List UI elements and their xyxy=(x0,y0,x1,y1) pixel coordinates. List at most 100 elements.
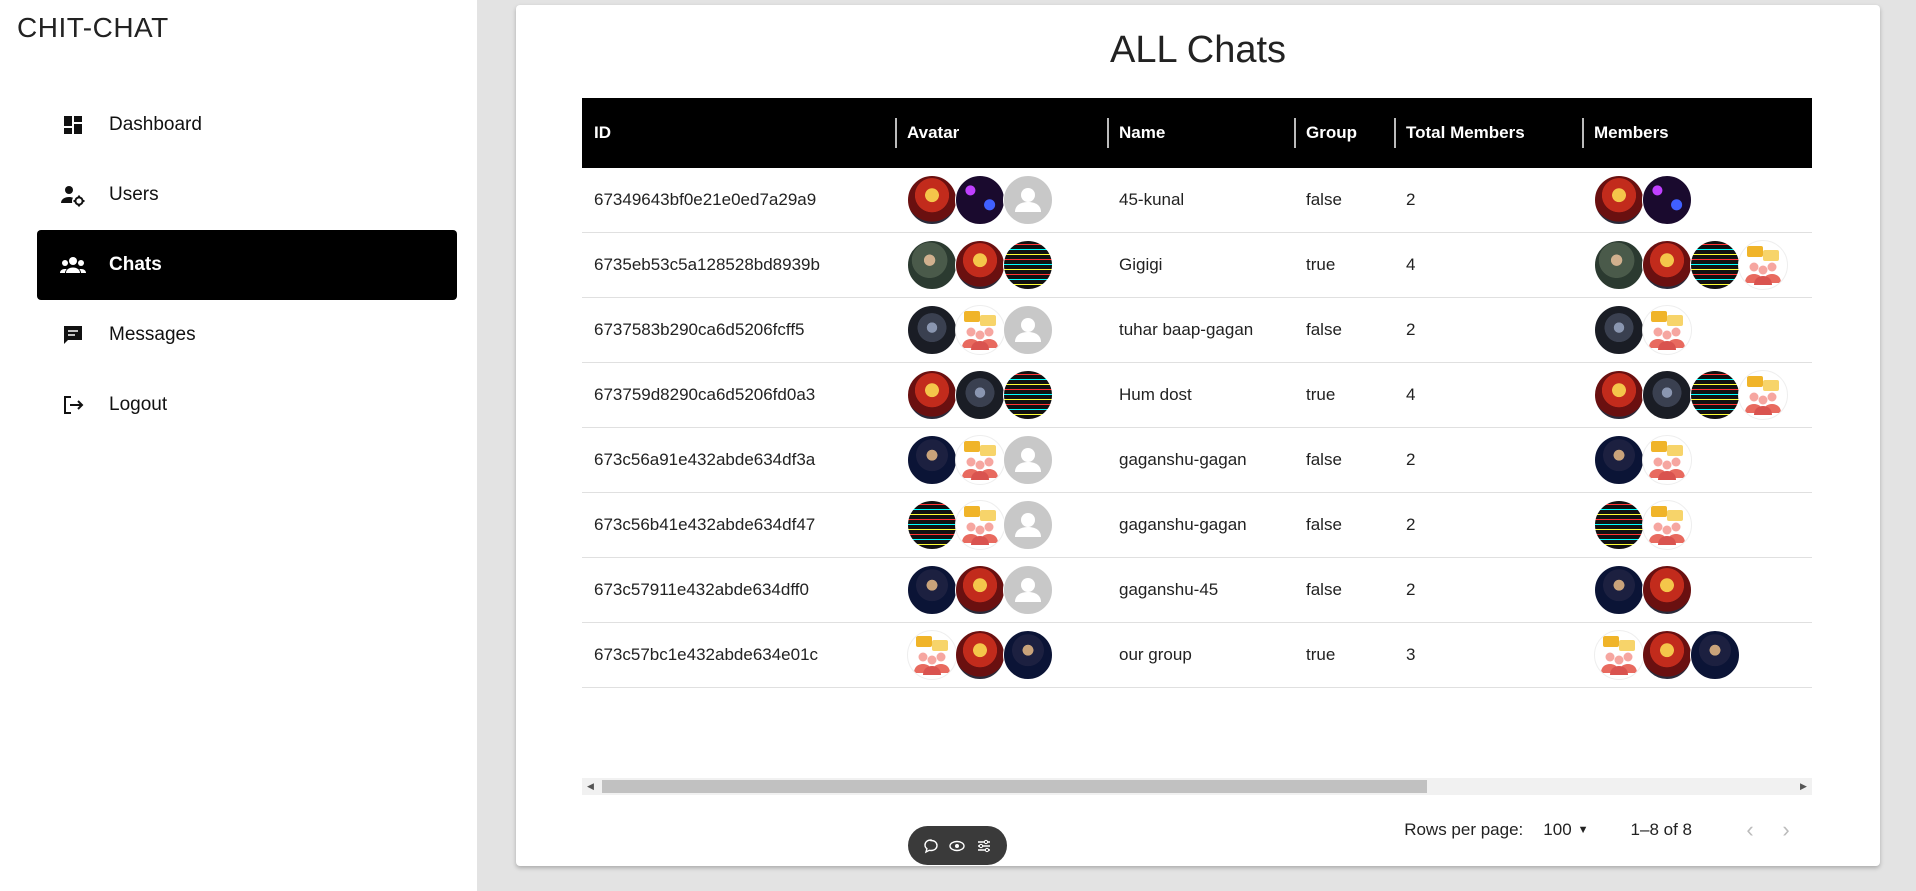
horizontal-scrollbar[interactable]: ◀ ▶ xyxy=(582,778,1812,795)
sidebar-item-chats[interactable]: Chats xyxy=(37,230,457,300)
group-chat-avatar-icon xyxy=(907,630,957,680)
total-members-cell: 2 xyxy=(1406,515,1416,534)
avatar xyxy=(1594,175,1644,225)
group-flag-cell: true xyxy=(1306,645,1336,664)
avatar xyxy=(955,370,1005,420)
avatar xyxy=(1003,630,1053,680)
default-avatar-icon xyxy=(1003,500,1053,550)
avatar xyxy=(1642,240,1692,290)
sidebar: CHIT-CHAT Dashboard Users Chats Messages Log… xyxy=(0,0,477,891)
table-row[interactable]: 67349643bf0e21e0ed7a29a9 45-kunal false 2 xyxy=(582,168,1812,233)
table-row[interactable]: 6737583b290ca6d5206fcff5 tuhar baap-gagan… xyxy=(582,298,1812,363)
group-flag-cell: false xyxy=(1306,450,1342,469)
table-row[interactable]: 6735eb53c5a128528bd8939b Gigigi true 4 xyxy=(582,233,1812,298)
avatar-cell xyxy=(895,168,1107,232)
group-icon xyxy=(59,251,87,279)
avatar xyxy=(1003,240,1053,290)
sidebar-item-label: Logout xyxy=(109,394,168,415)
previous-page-button[interactable]: ‹ xyxy=(1732,817,1768,843)
scroll-right-arrow-icon[interactable]: ▶ xyxy=(1795,778,1812,795)
chat-id-cell: 673c56a91e432abde634df3a xyxy=(594,450,816,469)
table-header: ID Avatar Name Group Total Members Members xyxy=(582,98,1812,168)
group-flag-cell: true xyxy=(1306,385,1336,404)
column-header-members[interactable]: Members xyxy=(1582,98,1812,168)
group-chat-avatar-icon xyxy=(1738,370,1788,420)
avatar xyxy=(907,565,957,615)
total-members-cell: 4 xyxy=(1406,385,1416,404)
chat-id-cell: 673c56b41e432abde634df47 xyxy=(594,515,816,534)
avatar xyxy=(1642,175,1692,225)
chat-name-cell: gaganshu-gagan xyxy=(1119,515,1247,534)
table-row[interactable]: 673c56b41e432abde634df47 gaganshu-gagan fa… xyxy=(582,493,1812,558)
column-header-name[interactable]: Name xyxy=(1107,98,1294,168)
sidebar-item-users[interactable]: Users xyxy=(37,160,457,230)
table-row[interactable]: 673c57bc1e432abde634e01c our group true 3 xyxy=(582,623,1812,688)
sidebar-item-logout[interactable]: Logout xyxy=(37,370,457,440)
chat-id-cell: 6737583b290ca6d5206fcff5 xyxy=(594,320,805,339)
avatar xyxy=(1594,435,1644,485)
group-flag-cell: false xyxy=(1306,190,1342,209)
avatar xyxy=(907,435,957,485)
avatar xyxy=(1690,370,1740,420)
avatar-cell xyxy=(895,233,1107,297)
chat-id-cell: 6735eb53c5a128528bd8939b xyxy=(594,255,820,274)
table-row[interactable]: 673c56a91e432abde634df3a gaganshu-gagan fa… xyxy=(582,428,1812,493)
total-members-cell: 2 xyxy=(1406,450,1416,469)
chat-name-cell: gaganshu-gagan xyxy=(1119,450,1247,469)
total-members-cell: 2 xyxy=(1406,320,1416,339)
sidebar-item-label: Chats xyxy=(109,254,162,275)
members-cell xyxy=(1582,558,1812,622)
list-settings-icon[interactable] xyxy=(973,835,995,857)
rows-per-page-label: Rows per page: xyxy=(1404,820,1524,839)
avatar-cell xyxy=(895,298,1107,362)
members-cell xyxy=(1582,363,1812,427)
avatar xyxy=(1003,370,1053,420)
default-avatar-icon xyxy=(1003,435,1053,485)
members-cell xyxy=(1582,298,1812,362)
avatar xyxy=(907,175,957,225)
members-cell xyxy=(1582,168,1812,232)
chat-id-cell: 673759d8290ca6d5206fd0a3 xyxy=(594,385,816,404)
logout-icon xyxy=(59,391,87,419)
column-header-id[interactable]: ID xyxy=(582,98,895,168)
comment-icon[interactable] xyxy=(920,835,942,857)
main-card: ALL Chats ID Avatar Name Group Total Members… xyxy=(516,5,1880,866)
avatar xyxy=(907,500,957,550)
default-avatar-icon xyxy=(1003,305,1053,355)
group-chat-avatar-icon xyxy=(1594,630,1644,680)
avatar-cell xyxy=(895,363,1107,427)
avatar xyxy=(955,175,1005,225)
next-page-button[interactable]: › xyxy=(1768,817,1804,843)
user-settings-icon xyxy=(59,181,87,209)
group-chat-avatar-icon xyxy=(1642,500,1692,550)
chat-id-cell: 673c57911e432abde634dff0 xyxy=(594,580,809,599)
sidebar-item-label: Dashboard xyxy=(109,114,202,135)
group-chat-avatar-icon xyxy=(955,305,1005,355)
sidebar-item-dashboard[interactable]: Dashboard xyxy=(37,90,457,160)
group-flag-cell: true xyxy=(1306,255,1336,274)
sidebar-item-messages[interactable]: Messages xyxy=(37,300,457,370)
avatar-cell xyxy=(895,558,1107,622)
avatar-cell xyxy=(895,428,1107,492)
total-members-cell: 3 xyxy=(1406,645,1416,664)
avatar xyxy=(955,565,1005,615)
column-header-total-members[interactable]: Total Members xyxy=(1394,98,1582,168)
message-icon xyxy=(59,321,87,349)
chevron-down-icon[interactable]: ▼ xyxy=(1578,824,1589,836)
chat-name-cell: 45-kunal xyxy=(1119,190,1185,209)
table-row[interactable]: 673759d8290ca6d5206fd0a3 Hum dost true 4 xyxy=(582,363,1812,428)
chat-id-cell: 67349643bf0e21e0ed7a29a9 xyxy=(594,190,817,209)
members-cell xyxy=(1582,493,1812,557)
eye-icon[interactable] xyxy=(946,835,968,857)
group-chat-avatar-icon xyxy=(1738,240,1788,290)
table-row[interactable]: 673c57911e432abde634dff0 gaganshu-45 false… xyxy=(582,558,1812,623)
members-cell xyxy=(1582,623,1812,687)
chat-name-cell: our group xyxy=(1119,645,1192,664)
scroll-left-arrow-icon[interactable]: ◀ xyxy=(582,778,599,795)
avatar xyxy=(1594,500,1644,550)
group-chat-avatar-icon xyxy=(955,435,1005,485)
column-header-group[interactable]: Group xyxy=(1294,98,1394,168)
rows-per-page-select[interactable]: 100 xyxy=(1543,820,1571,840)
scrollbar-thumb[interactable] xyxy=(602,780,1427,793)
column-header-avatar[interactable]: Avatar xyxy=(895,98,1107,168)
